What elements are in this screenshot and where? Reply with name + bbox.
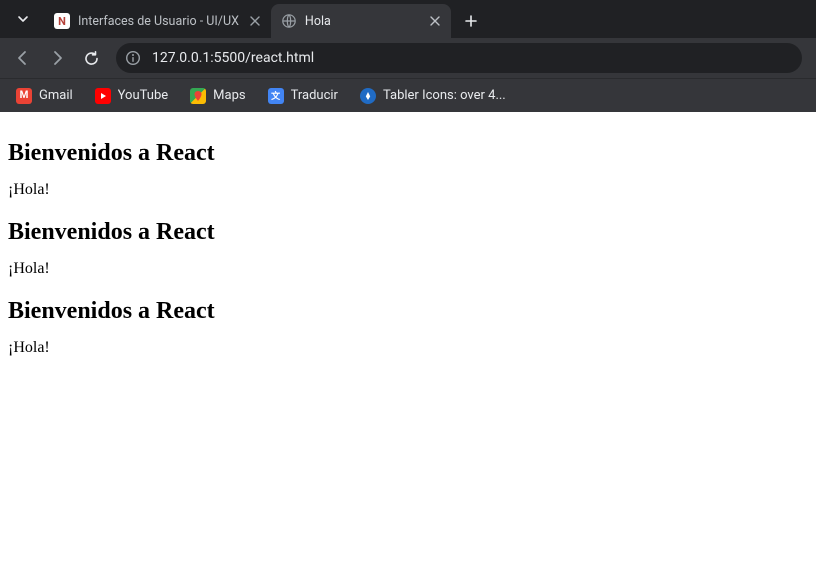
bookmark-youtube[interactable]: YouTube	[87, 84, 177, 108]
back-button[interactable]	[8, 43, 38, 73]
bookmarks-bar: M Gmail YouTube Maps 文 Traducir Tabler I…	[0, 78, 816, 112]
bookmark-tabler[interactable]: Tabler Icons: over 4...	[352, 84, 514, 108]
bookmark-translate[interactable]: 文 Traducir	[260, 84, 346, 108]
maps-icon	[190, 88, 206, 104]
tab-search-button[interactable]	[8, 4, 38, 34]
toolbar: 127.0.0.1:5500/react.html	[0, 38, 816, 78]
plus-icon	[465, 15, 477, 27]
bookmark-label: Traducir	[291, 88, 338, 103]
arrow-left-icon	[14, 49, 32, 67]
notion-icon: N	[54, 13, 70, 29]
bookmark-label: Tabler Icons: over 4...	[383, 88, 506, 103]
content-heading: Bienvenidos a React	[8, 298, 808, 325]
translate-icon: 文	[268, 88, 284, 104]
tab-active[interactable]: Hola	[271, 4, 451, 38]
bookmark-maps[interactable]: Maps	[182, 84, 253, 108]
bookmark-gmail[interactable]: M Gmail	[8, 84, 81, 108]
content-heading: Bienvenidos a React	[8, 140, 808, 167]
close-icon[interactable]	[427, 13, 443, 29]
close-icon[interactable]	[247, 13, 263, 29]
bookmark-label: YouTube	[118, 88, 169, 103]
reload-button[interactable]	[76, 43, 106, 73]
content-heading: Bienvenidos a React	[8, 219, 808, 246]
content-paragraph: ¡Hola!	[8, 260, 808, 278]
reload-icon	[83, 50, 100, 67]
info-icon	[125, 50, 141, 66]
new-tab-button[interactable]	[457, 7, 485, 35]
youtube-icon	[95, 88, 111, 104]
tab-title: Interfaces de Usuario - UI/UX	[78, 14, 239, 29]
gmail-icon: M	[16, 88, 32, 104]
tab-title: Hola	[305, 14, 419, 29]
forward-button[interactable]	[42, 43, 72, 73]
site-info-button[interactable]	[122, 47, 144, 69]
content-paragraph: ¡Hola!	[8, 339, 808, 357]
tabler-icon	[360, 88, 376, 104]
content-paragraph: ¡Hola!	[8, 181, 808, 199]
url-text: 127.0.0.1:5500/react.html	[152, 50, 796, 66]
page-content: Bienvenidos a React ¡Hola! Bienvenidos a…	[0, 112, 816, 379]
bookmark-label: Gmail	[39, 88, 73, 103]
tab-strip: N Interfaces de Usuario - UI/UX Hola	[0, 0, 816, 38]
address-bar[interactable]: 127.0.0.1:5500/react.html	[116, 43, 802, 73]
tab-inactive[interactable]: N Interfaces de Usuario - UI/UX	[44, 4, 271, 38]
browser-chrome: N Interfaces de Usuario - UI/UX Hola	[0, 0, 816, 112]
globe-icon	[281, 13, 297, 29]
arrow-right-icon	[48, 49, 66, 67]
chevron-down-icon	[17, 13, 29, 25]
bookmark-label: Maps	[213, 88, 245, 103]
